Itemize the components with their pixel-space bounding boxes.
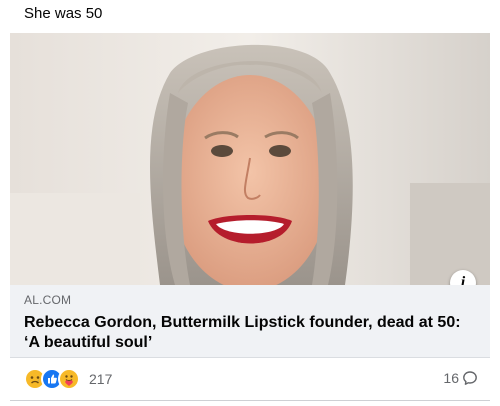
comment-count: 16 xyxy=(443,370,459,386)
comment-count-button[interactable]: 16 xyxy=(443,370,478,386)
portrait-photo xyxy=(10,33,490,285)
reaction-count: 217 xyxy=(89,371,113,387)
feed-post-card: She was 50 i AL.COM Rebecca Gordon, Butt… xyxy=(0,0,500,406)
reaction-summary[interactable]: 217 xyxy=(24,368,112,390)
post-caption: She was 50 xyxy=(24,5,103,22)
care-reaction-icon xyxy=(58,368,80,390)
link-preview-box[interactable]: AL.COM Rebecca Gordon, Buttermilk Lipsti… xyxy=(10,285,490,358)
link-domain: AL.COM xyxy=(24,293,72,307)
comment-bubble-icon xyxy=(463,371,477,385)
link-headline[interactable]: Rebecca Gordon, Buttermilk Lipstick foun… xyxy=(24,313,474,353)
link-preview-image[interactable] xyxy=(10,33,490,285)
action-divider xyxy=(10,400,490,401)
